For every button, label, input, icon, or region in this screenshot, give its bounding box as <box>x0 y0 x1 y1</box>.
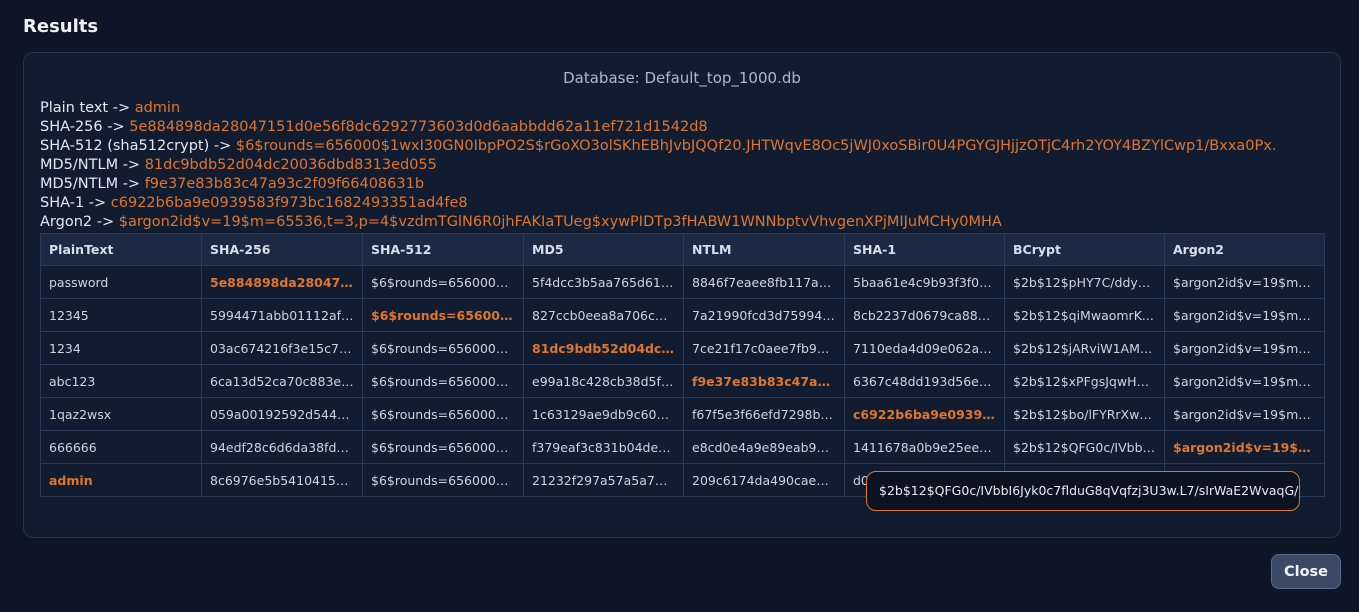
column-header-ntlm[interactable]: NTLM <box>683 233 845 266</box>
hash-line-sha256: SHA-256 -> 5e884898da28047151d0e56f8dc62… <box>40 118 1330 137</box>
table-cell[interactable]: 5994471abb01112afc... <box>201 298 363 332</box>
table-row[interactable]: 666666 94edf28c6d6da38fd3... $6$rounds=656… <box>40 430 1325 464</box>
hash-line-value: $argon2id$v=19$m=65536,t=3,p=4$vzdmTGlN6… <box>118 214 1002 230</box>
table-cell[interactable]: $2b$12$pHY7C/ddyC... <box>1004 265 1165 299</box>
table-cell[interactable]: 5e884898da2804715... <box>201 265 363 299</box>
results-table-container: PlainText SHA-256 SHA-512 MD5 NTLM SHA-1… <box>40 233 1325 497</box>
table-cell[interactable]: 1c63129ae9db9c60c3... <box>523 397 684 431</box>
results-panel: Database: Default_top_1000.db Plain text… <box>23 52 1341 538</box>
hash-line-label: MD5/NTLM -> <box>40 176 145 192</box>
table-cell[interactable]: password <box>40 265 202 299</box>
column-header-plaintext[interactable]: PlainText <box>40 233 202 266</box>
table-row[interactable]: password 5e884898da2804715... $6$rounds=65… <box>40 265 1325 299</box>
hash-lines: Plain text -> admin SHA-256 -> 5e884898d… <box>40 99 1330 232</box>
table-cell[interactable]: 666666 <box>40 430 202 464</box>
table-cell[interactable]: $2b$12$qiMwaomrK... <box>1004 298 1165 332</box>
table-cell[interactable]: $2b$12$xPFgsJqwH4... <box>1004 364 1165 398</box>
table-row[interactable]: 1qaz2wsx 059a00192592d5444... $6$rounds=65… <box>40 397 1325 431</box>
hash-line-label: SHA-256 -> <box>40 119 130 135</box>
table-cell[interactable]: 81dc9bdb52d04dc20... <box>523 331 684 365</box>
table-cell[interactable]: $6$rounds=656000$1... <box>362 298 524 332</box>
table-row[interactable]: abc123 6ca13d52ca70c883e0... $6$rounds=656… <box>40 364 1325 398</box>
hash-line-ntlm: MD5/NTLM -> f9e37e83b83c47a93c2f09f66408… <box>40 175 1330 194</box>
table-cell[interactable]: admin <box>40 463 202 497</box>
table-cell[interactable]: 6ca13d52ca70c883e0... <box>201 364 363 398</box>
hash-line-label: MD5/NTLM -> <box>40 157 145 173</box>
table-cell[interactable]: 12345 <box>40 298 202 332</box>
column-header-sha1[interactable]: SHA-1 <box>844 233 1005 266</box>
dialog-title: Results <box>23 16 99 37</box>
results-table: PlainText SHA-256 SHA-512 MD5 NTLM SHA-1… <box>40 233 1325 497</box>
table-cell[interactable]: 8c6976e5b5410415b... <box>201 463 363 497</box>
table-cell[interactable]: 1234 <box>40 331 202 365</box>
table-cell[interactable]: f67f5e3f66efd7298be... <box>683 397 845 431</box>
table-cell[interactable]: 1411678a0b9e25ee2f... <box>844 430 1005 464</box>
table-cell[interactable]: 5f4dcc3b5aa765d61d... <box>523 265 684 299</box>
hash-line-value: $6$rounds=656000$1wxI30GN0IbpPO2S$rGoXO3… <box>235 138 1277 154</box>
column-header-sha256[interactable]: SHA-256 <box>201 233 363 266</box>
table-cell[interactable]: 5baa61e4c9b93f3f06... <box>844 265 1005 299</box>
table-cell[interactable]: $argon2id$v=19$m=6... <box>1164 265 1325 299</box>
table-cell[interactable]: $argon2id$v=19$m=6... <box>1164 397 1325 431</box>
table-row[interactable]: 12345 5994471abb01112afc... $6$rounds=6560… <box>40 298 1325 332</box>
table-cell[interactable]: $6$rounds=656000$L... <box>362 265 524 299</box>
table-cell[interactable]: $6$rounds=656000$B... <box>362 364 524 398</box>
table-cell[interactable]: $6$rounds=656000$j... <box>362 430 524 464</box>
hash-tooltip: $2b$12$QFG0c/IVbbI6Jyk0c7flduG8qVqfzj3U3… <box>866 471 1300 511</box>
table-cell[interactable]: e99a18c428cb38d5f2... <box>523 364 684 398</box>
table-cell[interactable]: 209c6174da490caeb4... <box>683 463 845 497</box>
table-header-row: PlainText SHA-256 SHA-512 MD5 NTLM SHA-1… <box>40 233 1325 266</box>
table-cell[interactable]: 6367c48dd193d56ea... <box>844 364 1005 398</box>
hash-line-value: f9e37e83b83c47a93c2f09f66408631b <box>144 176 425 192</box>
table-cell[interactable]: 7ce21f17c0aee7fb9ce... <box>683 331 845 365</box>
database-label: Database: Default_top_1000.db <box>563 69 801 87</box>
table-cell[interactable]: $argon2id$v=19$m=6... <box>1164 430 1325 464</box>
hash-line-value: admin <box>134 100 181 116</box>
table-cell[interactable]: 1qaz2wsx <box>40 397 202 431</box>
hash-line-sha1: SHA-1 -> c6922b6ba9e0939583f973bc1682493… <box>40 194 1330 213</box>
hash-line-label: Argon2 -> <box>40 214 119 230</box>
table-cell[interactable]: $2b$12$jARviW1AMu... <box>1004 331 1165 365</box>
hash-line-sha512: SHA-512 (sha512crypt) -> $6$rounds=65600… <box>40 137 1330 156</box>
table-cell[interactable]: 94edf28c6d6da38fd3... <box>201 430 363 464</box>
table-cell[interactable]: 827ccb0eea8a706c4c... <box>523 298 684 332</box>
hash-line-label: SHA-1 -> <box>40 195 111 211</box>
column-header-argon2[interactable]: Argon2 <box>1164 233 1325 266</box>
table-cell[interactable]: abc123 <box>40 364 202 398</box>
column-header-sha512[interactable]: SHA-512 <box>362 233 524 266</box>
hash-line-value: c6922b6ba9e0939583f973bc1682493351ad4fe8 <box>110 195 468 211</box>
table-cell[interactable]: 7110eda4d09e062aa5... <box>844 331 1005 365</box>
table-cell[interactable]: 21232f297a57a5a743... <box>523 463 684 497</box>
table-cell[interactable]: $6$rounds=656000$q... <box>362 397 524 431</box>
table-cell[interactable]: 8cb2237d0679ca88db... <box>844 298 1005 332</box>
hash-line-label: Plain text -> <box>40 100 135 116</box>
hash-line-value: 81dc9bdb52d04dc20036dbd8313ed055 <box>144 157 437 173</box>
table-cell[interactable]: $argon2id$v=19$m=6... <box>1164 298 1325 332</box>
table-cell[interactable]: c6922b6ba9e093958... <box>844 397 1005 431</box>
table-cell[interactable]: e8cd0e4a9e89eab931... <box>683 430 845 464</box>
hash-line-value: 5e884898da28047151d0e56f8dc6292773603d0d… <box>129 119 708 135</box>
table-cell[interactable]: 7a21990fcd3d759941... <box>683 298 845 332</box>
table-cell[interactable]: $2b$12$bo/lFYRrXw7... <box>1004 397 1165 431</box>
hash-line-md5: MD5/NTLM -> 81dc9bdb52d04dc20036dbd8313e… <box>40 156 1330 175</box>
table-cell[interactable]: $2b$12$QFG0c/IVbbI... <box>1004 430 1165 464</box>
close-button[interactable]: Close <box>1271 554 1341 589</box>
table-body: password 5e884898da2804715... $6$rounds=65… <box>40 265 1325 497</box>
table-cell[interactable]: $argon2id$v=19$m=6... <box>1164 331 1325 365</box>
table-cell[interactable]: f379eaf3c831b04de1... <box>523 430 684 464</box>
column-header-md5[interactable]: MD5 <box>523 233 684 266</box>
table-cell[interactable]: 059a00192592d5444... <box>201 397 363 431</box>
table-cell[interactable]: $6$rounds=656000$i... <box>362 463 524 497</box>
hash-line-argon2: Argon2 -> $argon2id$v=19$m=65536,t=3,p=4… <box>40 213 1330 232</box>
table-cell[interactable]: $6$rounds=656000$1... <box>362 331 524 365</box>
table-cell[interactable]: 8846f7eaee8fb117ad... <box>683 265 845 299</box>
hash-line-label: SHA-512 (sha512crypt) -> <box>40 138 236 154</box>
table-row[interactable]: 1234 03ac674216f3e15c76... $6$rounds=65600… <box>40 331 1325 365</box>
hash-line-plaintext: Plain text -> admin <box>40 99 1330 118</box>
table-cell[interactable]: 03ac674216f3e15c76... <box>201 331 363 365</box>
table-cell[interactable]: f9e37e83b83c47a93c... <box>683 364 845 398</box>
column-header-bcrypt[interactable]: BCrypt <box>1004 233 1165 266</box>
table-cell[interactable]: $argon2id$v=19$m=6... <box>1164 364 1325 398</box>
